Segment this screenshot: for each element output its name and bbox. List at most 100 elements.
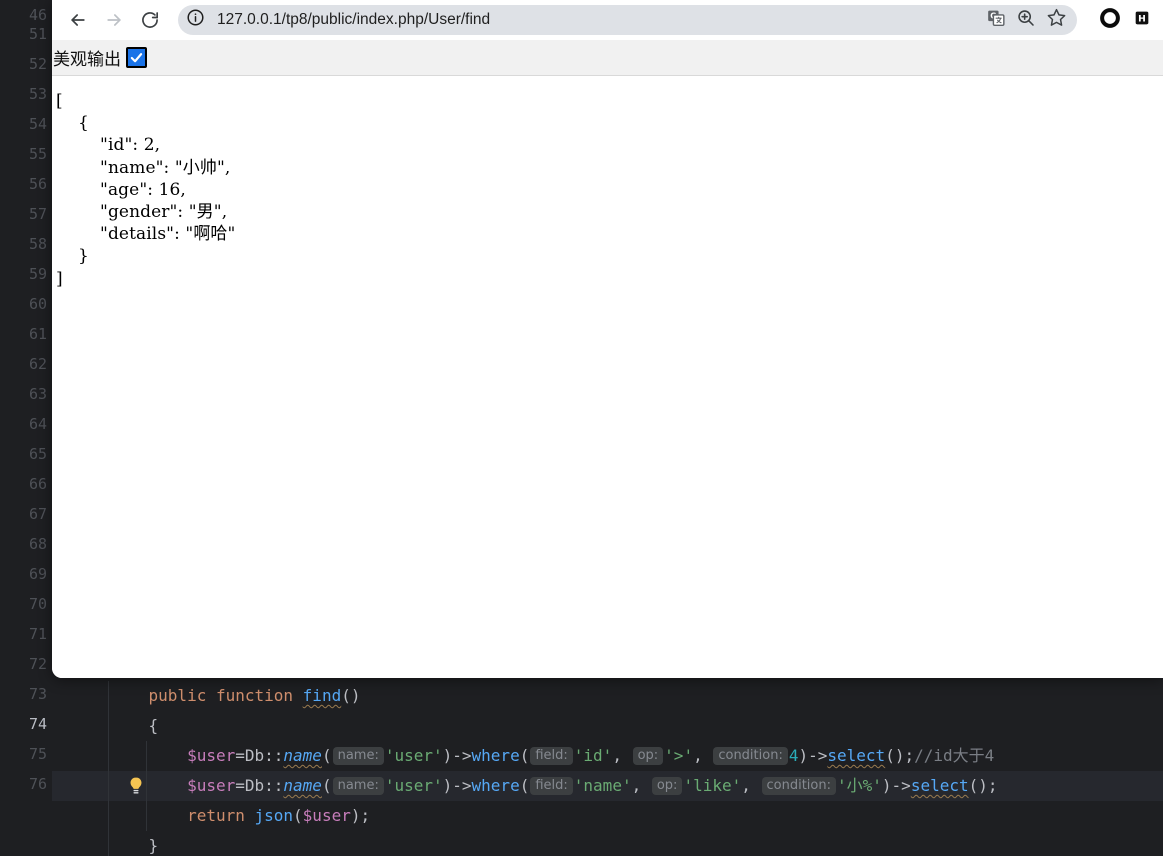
code-line[interactable]: public function find(): [52, 681, 1163, 711]
code-line[interactable]: $user=Db::name(name:'user')->where(field…: [52, 741, 1163, 771]
code-token: name: [283, 746, 322, 765]
editor-line-number-gutter[interactable]: 46 51 52 53 54 55 56 57 58 59 60 61 62 63 64 65 66 67 68 69…: [0, 0, 52, 856]
line-number: 74: [28, 715, 47, 733]
code-token: ,: [612, 746, 632, 765]
line-number: 76: [28, 775, 47, 793]
translate-button[interactable]: G: [983, 7, 1009, 33]
line-number: 60: [28, 295, 47, 313]
line-number: 51: [28, 25, 47, 43]
code-token: =: [235, 776, 245, 795]
code-token: $user: [187, 776, 236, 795]
zoom-button[interactable]: [1013, 7, 1039, 33]
code-token: select: [910, 776, 969, 795]
indent-guide: [108, 681, 109, 711]
code-line-text: }: [110, 831, 159, 856]
code-token: }: [148, 836, 159, 855]
pretty-print-checkbox[interactable]: [126, 47, 147, 68]
code-token: public: [148, 686, 207, 705]
browser-toolbar: 127.0.0.1/tp8/public/index.php/User/find…: [52, 0, 1163, 40]
code-token: ,: [693, 746, 713, 765]
code-token: ();: [885, 746, 915, 765]
line-number: 61: [28, 325, 47, 343]
line-number: 72: [28, 655, 47, 673]
code-token: 'user': [384, 776, 443, 795]
code-line[interactable]: {: [52, 711, 1163, 741]
site-info-button[interactable]: [182, 7, 208, 33]
code-token: (: [321, 776, 332, 795]
reload-icon: [140, 10, 160, 30]
reload-button[interactable]: [134, 4, 166, 36]
forward-button[interactable]: [98, 4, 130, 36]
code-token: ::: [264, 746, 284, 765]
parameter-hint: name:: [332, 747, 384, 765]
code-token: Db: [244, 776, 265, 795]
code-token: )->: [881, 776, 911, 795]
h-extension-button[interactable]: H: [1129, 7, 1155, 33]
json-output: [ { "id": 2, "name": "小帅", "age": 16, "g…: [56, 91, 236, 289]
line-number: 69: [28, 565, 47, 583]
code-token: $user: [302, 806, 351, 825]
code-token: '>': [664, 746, 694, 765]
parameter-hint: field:: [530, 777, 573, 795]
parameter-hint: condition:: [713, 747, 788, 765]
code-line[interactable]: $user=Db::name(name:'user')->where(field…: [52, 771, 1163, 801]
line-number: 75: [28, 745, 47, 763]
site-info-icon: [186, 8, 205, 32]
code-line-text: {: [110, 711, 159, 741]
code-token: '小%': [837, 776, 882, 795]
omnibox-actions: G: [983, 7, 1071, 33]
code-token: select: [827, 746, 886, 765]
code-token: ();: [968, 776, 998, 795]
code-token: 'name': [573, 776, 632, 795]
code-token: $user: [187, 746, 236, 765]
code-token: (): [341, 686, 361, 705]
zoom-icon: [1016, 8, 1036, 33]
back-button[interactable]: [62, 4, 94, 36]
line-number: 73: [28, 685, 47, 703]
code-line[interactable]: return json($user);: [52, 801, 1163, 831]
code-token: ,: [631, 776, 651, 795]
code-token: function: [215, 686, 294, 705]
code-token: (: [519, 776, 530, 795]
back-arrow-icon: [68, 10, 88, 30]
pretty-print-label: 美观输出: [53, 50, 121, 70]
code-line-text: $user=Db::name(name:'user')->where(field…: [110, 771, 998, 801]
h-extension-icon: H: [1132, 8, 1152, 33]
url-text[interactable]: 127.0.0.1/tp8/public/index.php/User/find: [217, 11, 983, 29]
bookmark-button[interactable]: [1043, 7, 1069, 33]
code-token: json: [254, 806, 294, 825]
code-token: ::: [264, 776, 284, 795]
line-number: 62: [28, 355, 47, 373]
line-number: 52: [28, 55, 47, 73]
code-token: find: [302, 686, 342, 705]
code-line-text: public function find(): [110, 681, 361, 711]
bookmark-star-icon: [1046, 7, 1067, 33]
code-token: name: [283, 776, 322, 795]
address-bar[interactable]: 127.0.0.1/tp8/public/index.php/User/find…: [178, 5, 1077, 35]
code-token: 'like': [683, 776, 742, 795]
line-number: 59: [28, 265, 47, 283]
indent-guide: [108, 741, 109, 771]
circle-extension-button[interactable]: [1097, 7, 1123, 33]
line-number: 64: [28, 415, 47, 433]
pretty-print-bar: 美观输出: [52, 40, 1163, 76]
code-token: 'id': [573, 746, 613, 765]
circle-extension-icon: [1099, 7, 1121, 34]
code-token: //id大于4: [914, 746, 995, 765]
line-number: 68: [28, 535, 47, 553]
line-number: 71: [28, 625, 47, 643]
code-token: (: [321, 746, 332, 765]
forward-arrow-icon: [104, 10, 124, 30]
indent-guide: [108, 831, 109, 856]
parameter-hint: op:: [632, 747, 664, 765]
code-token: );: [350, 806, 371, 825]
code-line[interactable]: }: [52, 831, 1163, 856]
line-number: 67: [28, 505, 47, 523]
code-token: )->: [442, 776, 472, 795]
